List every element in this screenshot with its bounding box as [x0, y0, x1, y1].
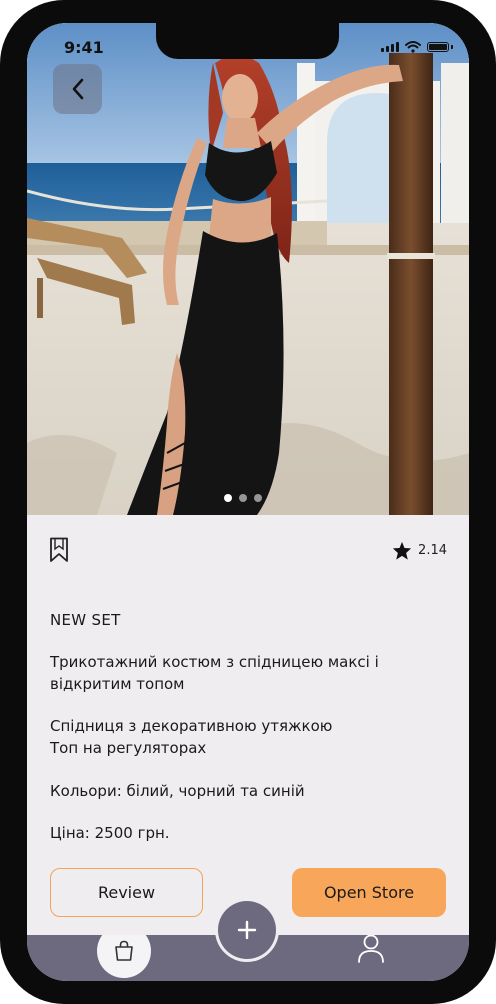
review-button[interactable]: Review — [50, 868, 203, 917]
signal-icon — [381, 42, 399, 52]
add-button[interactable] — [218, 901, 276, 959]
shopping-bag-icon — [115, 940, 133, 961]
product-colors: Кольори: білий, чорний та синій — [50, 782, 305, 800]
rating: 2.14 — [392, 541, 447, 560]
battery-icon — [427, 42, 449, 52]
phone-frame: 9:41 2.14 NEW SET Трикотажний костюм з с… — [0, 0, 496, 1004]
status-icons — [381, 41, 453, 53]
back-button[interactable] — [53, 64, 102, 114]
plus-icon — [237, 920, 257, 940]
pagination-dot[interactable] — [224, 494, 232, 502]
product-title: NEW SET — [50, 611, 121, 629]
user-icon[interactable] — [357, 933, 385, 963]
pagination-dot[interactable] — [254, 494, 262, 502]
star-icon — [392, 541, 412, 560]
rating-value: 2.14 — [418, 543, 447, 558]
mute-switch — [0, 205, 2, 241]
volume-down-button — [0, 370, 2, 440]
pagination-dot[interactable] — [239, 494, 247, 502]
product-price: Ціна: 2500 грн. — [50, 824, 170, 842]
chevron-left-icon — [72, 78, 83, 100]
device-notch — [156, 23, 339, 59]
image-pagination[interactable] — [224, 494, 262, 502]
product-details: Спідниця з декоративною утяжкою Топ на р… — [50, 717, 333, 757]
volume-up-button — [0, 276, 2, 346]
product-description: Трикотажний костюм з спідницею максі і в… — [50, 653, 379, 693]
status-time: 9:41 — [64, 38, 104, 57]
product-details-card: 2.14 NEW SET Трикотажний костюм з спідни… — [27, 515, 469, 935]
bookmark-icon[interactable] — [49, 537, 69, 563]
battery-tip — [451, 45, 453, 49]
open-store-button[interactable]: Open Store — [292, 868, 446, 917]
screen: 9:41 2.14 NEW SET Трикотажний костюм з с… — [27, 23, 469, 981]
wifi-icon — [405, 41, 421, 53]
